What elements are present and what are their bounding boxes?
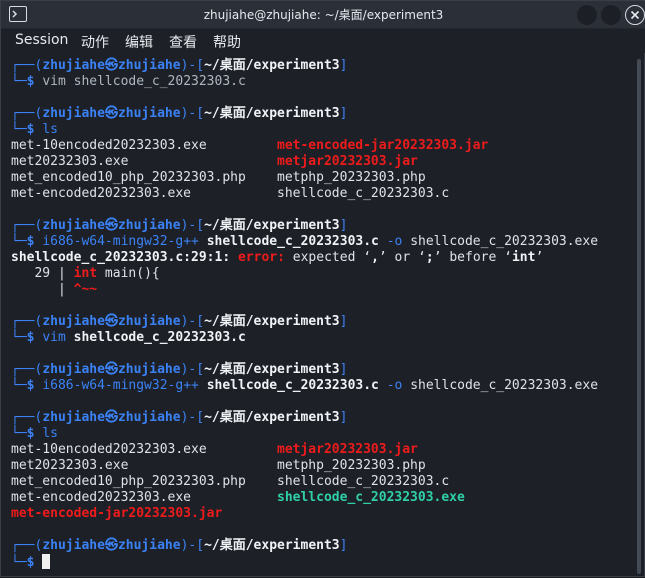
prompt-line: ┌──(zhujiahe㉿zhujiahe)-[~/桌面/experiment3… [11, 218, 348, 233]
menu-session[interactable]: Session [15, 32, 68, 48]
scrollbar[interactable] [637, 59, 641, 574]
ls-row: met-encoded20232303.exe shellcode_c_20232… [11, 490, 465, 505]
ls-row: met-encoded20232303.exe shellcode_c_20232… [11, 186, 450, 201]
error-line: shellcode_c_20232303.c:29:1: error: expe… [11, 250, 544, 265]
prompt-line: ┌──(zhujiahe㉿zhujiahe)-[~/桌面/experiment3… [11, 314, 348, 329]
ls-row: met_encoded10_php_20232303.php metphp_202… [11, 170, 426, 185]
error-caret-line: | ^~~ [11, 282, 98, 297]
active-command-line[interactable]: └─$ [11, 554, 51, 570]
menu-bar: Session 动作 编辑 查看 帮助 [1, 29, 645, 53]
command-line: └─$ ls [11, 426, 58, 441]
menu-edit[interactable]: 编辑 [125, 32, 153, 52]
menu-view[interactable]: 查看 [169, 32, 197, 52]
window-title: zhujiahe@zhujiahe: ~/桌面/experiment3 [203, 8, 444, 22]
prompt-line: ┌──(zhujiahe㉿zhujiahe)-[~/桌面/experiment3… [11, 410, 348, 425]
menu-action[interactable]: 动作 [81, 32, 109, 52]
prompt-line: ┌──(zhujiahe㉿zhujiahe)-[~/桌面/experiment3… [11, 538, 348, 553]
ls-row: met-10encoded20232303.exe metjar20232303.… [11, 442, 418, 457]
ls-row: met20232303.exe metjar20232303.jar [11, 154, 418, 169]
ls-row: met_encoded10_php_20232303.php shellcode_… [11, 474, 450, 489]
terminal-output[interactable]: ┌──(zhujiahe㉿zhujiahe)-[~/桌面/experiment3… [1, 53, 631, 578]
terminal-window: zhujiahe@zhujiahe: ~/桌面/experiment3 Sess… [0, 0, 645, 577]
text-cursor [42, 554, 51, 569]
ls-row: met-encoded-jar20232303.jar [11, 506, 223, 521]
error-source-line: 29 | int main(){ [11, 266, 160, 281]
menu-help[interactable]: 帮助 [213, 32, 241, 52]
command-line: └─$ i686-w64-mingw32-g++ shellcode_c_202… [11, 378, 599, 393]
ls-row: met20232303.exe metphp_20232303.php [11, 458, 426, 473]
ls-row: met-10encoded20232303.exe met-encoded-jar… [11, 138, 489, 153]
close-button[interactable] [625, 5, 645, 25]
command-line: └─$ vim shellcode_c_20232303.c [11, 330, 246, 345]
title-bar[interactable]: zhujiahe@zhujiahe: ~/桌面/experiment3 [1, 1, 645, 29]
prompt-line: ┌──(zhujiahe㉿zhujiahe)-[~/桌面/experiment3… [11, 106, 348, 121]
prompt-line: ┌──(zhujiahe㉿zhujiahe)-[~/桌面/experiment3… [11, 362, 348, 377]
command-line: └─$ vim shellcode_c_20232303.c [11, 74, 246, 89]
prompt-line: ┌──(zhujiahe㉿zhujiahe)-[~/桌面/experiment3… [11, 58, 348, 73]
command-line: └─$ i686-w64-mingw32-g++ shellcode_c_202… [11, 234, 599, 249]
command-line: └─$ ls [11, 122, 58, 137]
minimize-button[interactable] [577, 5, 597, 25]
maximize-button[interactable] [601, 5, 621, 25]
